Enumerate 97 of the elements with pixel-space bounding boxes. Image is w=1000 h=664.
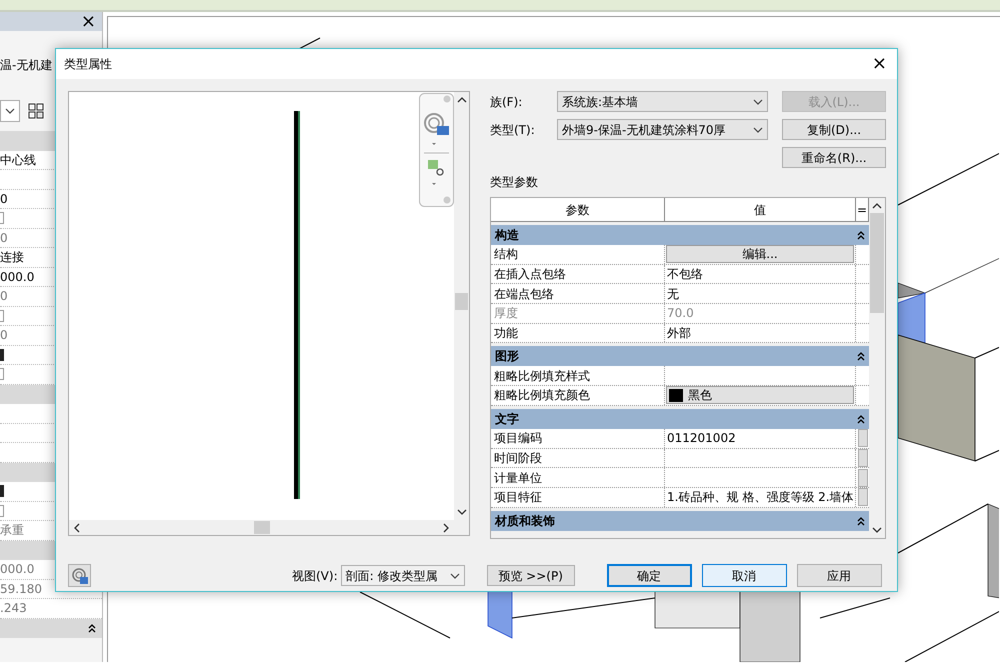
chevron-down-icon bbox=[753, 126, 763, 132]
column-header: 参数 bbox=[491, 198, 665, 221]
browse-button[interactable] bbox=[858, 488, 868, 506]
group-header-bar[interactable]: 图形 bbox=[491, 346, 869, 366]
parameter-row[interactable]: 时间阶段 bbox=[491, 448, 869, 468]
property-value: 0 bbox=[0, 190, 8, 208]
browse-button[interactable] bbox=[858, 468, 868, 487]
param-name: 时间阶段 bbox=[491, 448, 665, 468]
property-value: 连接 bbox=[0, 249, 24, 266]
type-name: 温-无机建 bbox=[0, 57, 52, 74]
button[interactable]: 复制(D)... bbox=[782, 119, 886, 140]
property-value: 承重 bbox=[0, 522, 24, 540]
group-title: 构造 bbox=[495, 227, 519, 244]
dialog-title: 类型属性 bbox=[64, 56, 112, 73]
property-value: 中心线 bbox=[0, 152, 36, 169]
type-dropdown[interactable] bbox=[0, 100, 20, 122]
chevron-down-icon bbox=[450, 572, 460, 578]
param-value: 不包络 bbox=[665, 264, 856, 284]
param-name: 计量单位 bbox=[491, 468, 665, 487]
scroll-left-icon bbox=[73, 522, 80, 532]
color-button[interactable]: 黑色 bbox=[666, 386, 854, 404]
button[interactable]: 取消 bbox=[702, 564, 787, 587]
field-label: 类型(T): bbox=[490, 122, 536, 138]
parameter-row[interactable]: 粗略比例填充样式 bbox=[491, 366, 869, 386]
scrollbar[interactable] bbox=[454, 92, 469, 520]
color-name: 黑色 bbox=[688, 387, 712, 404]
property-value: 0 bbox=[0, 230, 8, 247]
parameter-row[interactable]: 结构 编辑... bbox=[491, 245, 869, 265]
parameter-row[interactable]: 在端点包络 无 bbox=[491, 284, 869, 304]
param-name: 项目编码 bbox=[491, 428, 665, 448]
scroll-right-icon bbox=[443, 522, 450, 532]
property-value: 0 bbox=[0, 327, 8, 344]
scroll-thumb[interactable] bbox=[455, 293, 468, 310]
view-2d-button[interactable] bbox=[68, 564, 91, 587]
group-title: 材质和装饰 bbox=[495, 512, 555, 530]
checkbox[interactable] bbox=[0, 212, 4, 224]
group-header-bar[interactable]: 材质和装饰 bbox=[491, 510, 869, 531]
param-name: 项目特征 bbox=[491, 488, 665, 507]
scroll-down-icon bbox=[872, 527, 882, 534]
param-name: 功能 bbox=[491, 324, 665, 342]
view-2d-icon bbox=[70, 566, 88, 584]
field-label: 视图(V): bbox=[292, 568, 338, 584]
parameter-row[interactable]: 项目编码 011201002 bbox=[491, 428, 869, 448]
property-value: 000.0 bbox=[0, 268, 34, 286]
scroll-thumb[interactable] bbox=[870, 213, 884, 313]
preview-button[interactable]: 预览 >>(P) bbox=[486, 565, 575, 586]
button[interactable]: 确定 bbox=[606, 564, 692, 587]
param-value: 无 bbox=[665, 284, 856, 304]
button[interactable]: 应用 bbox=[796, 564, 882, 587]
checkbox[interactable] bbox=[0, 310, 4, 322]
param-value: 外部 bbox=[665, 324, 856, 342]
checkbox[interactable] bbox=[0, 504, 4, 517]
chevron-down-icon bbox=[753, 98, 763, 104]
scroll-up-icon bbox=[872, 202, 882, 209]
property-value: .243 bbox=[0, 600, 27, 618]
button[interactable]: 重命名(R)... bbox=[782, 147, 886, 168]
section-label: 类型参数 bbox=[490, 174, 539, 191]
edit-button[interactable]: 编辑... bbox=[666, 245, 854, 264]
param-value: 1.砖品种、规 格、强度等级 2.墙体 bbox=[665, 488, 856, 507]
group-title: 图形 bbox=[495, 348, 519, 366]
parameter-row[interactable]: 项目特征 1.砖品种、规 格、强度等级 2.墙体 bbox=[491, 488, 869, 508]
param-value: 70.0 bbox=[665, 304, 856, 323]
chevron-down-icon bbox=[5, 108, 15, 114]
param-name: 结构 bbox=[491, 245, 665, 264]
parameter-row[interactable]: 在插入点包络 不包络 bbox=[491, 264, 869, 284]
group-header-bar[interactable]: 文字 bbox=[491, 408, 869, 429]
param-name: 厚度 bbox=[491, 304, 665, 323]
property-value: 0 bbox=[0, 288, 8, 306]
parameter-row[interactable]: 计量单位 bbox=[491, 468, 869, 488]
dropdown-field[interactable]: 剖面: 修改类型属 bbox=[340, 565, 465, 586]
parameter-row[interactable]: 功能 外部 bbox=[491, 324, 869, 344]
close-button[interactable]: × bbox=[78, 12, 98, 30]
close-button[interactable]: × bbox=[870, 55, 889, 73]
scrollbar[interactable] bbox=[69, 520, 454, 535]
scroll-down-icon bbox=[456, 509, 466, 516]
param-name: 在插入点包络 bbox=[491, 264, 665, 284]
dropdown-field[interactable]: 系统族:基本墙 bbox=[557, 91, 768, 112]
parameter-row[interactable]: 粗略比例填充颜色 黑色 bbox=[491, 386, 869, 406]
checkbox[interactable] bbox=[0, 485, 4, 498]
param-name: 粗略比例填充样式 bbox=[491, 366, 665, 386]
column-header: 值 bbox=[665, 198, 856, 221]
group-header-bar[interactable]: 构造 bbox=[491, 225, 869, 245]
field-label: 族(F): bbox=[490, 94, 524, 110]
scroll-thumb[interactable] bbox=[254, 521, 270, 534]
scroll-up-icon bbox=[456, 96, 466, 103]
checkbox[interactable] bbox=[0, 368, 4, 380]
group-title: 文字 bbox=[495, 410, 519, 428]
param-value: 011201002 bbox=[665, 428, 856, 448]
param-name: 在端点包络 bbox=[491, 284, 665, 304]
browse-button[interactable] bbox=[858, 429, 868, 448]
checkbox[interactable] bbox=[0, 348, 4, 361]
edit-type-icon bbox=[28, 103, 44, 119]
property-value: 59.180 bbox=[0, 580, 42, 598]
browse-button[interactable] bbox=[858, 448, 868, 467]
dropdown-field[interactable]: 外墙9-保温-无机建筑涂料70厚 bbox=[557, 119, 768, 140]
property-value: 000.0 bbox=[0, 561, 34, 578]
param-name: 粗略比例填充颜色 bbox=[491, 386, 665, 405]
